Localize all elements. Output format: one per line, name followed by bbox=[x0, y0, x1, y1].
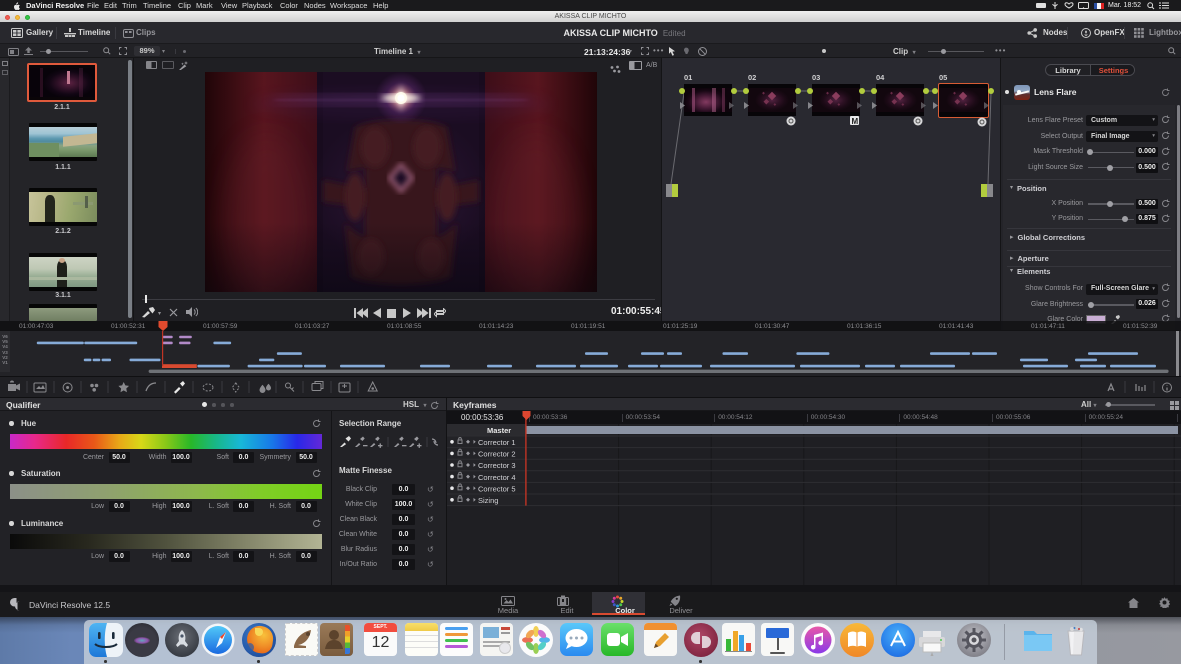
svg-text:Corrector 5: Corrector 5 bbox=[478, 484, 516, 493]
svg-text:Corrector 3: Corrector 3 bbox=[478, 461, 516, 470]
svg-text:Master: Master bbox=[487, 426, 511, 435]
svg-text:Sizing: Sizing bbox=[478, 496, 498, 505]
svg-text:Corrector 4: Corrector 4 bbox=[478, 473, 516, 482]
svg-text:Corrector 1: Corrector 1 bbox=[478, 438, 516, 447]
svg-text:M: M bbox=[852, 117, 859, 126]
svg-text:Corrector 2: Corrector 2 bbox=[478, 450, 516, 459]
